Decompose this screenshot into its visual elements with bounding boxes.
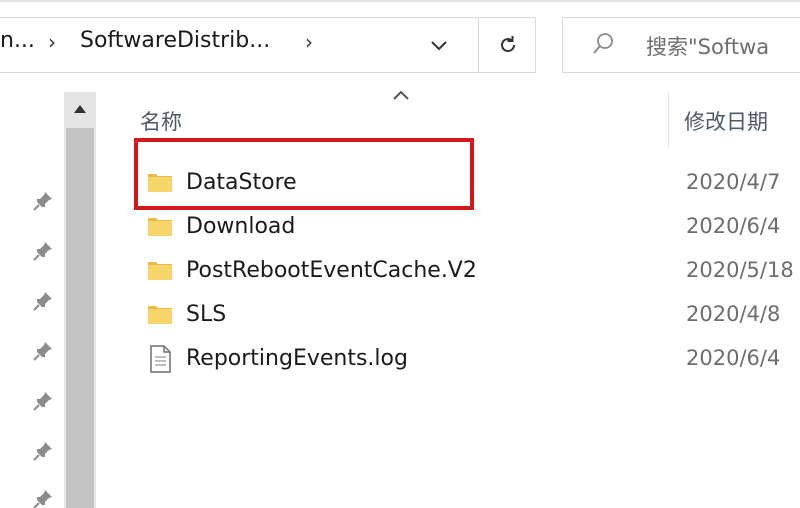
chevron-down-icon [431, 41, 447, 51]
pin-icon[interactable] [32, 290, 54, 312]
file-date: 2020/6/4 [686, 346, 781, 370]
column-header-name[interactable]: 名称 [140, 106, 182, 136]
pin-icon[interactable] [32, 440, 54, 462]
folder-icon [148, 262, 172, 280]
file-date: 2020/6/4 [686, 214, 781, 238]
list-item[interactable]: ReportingEvents.log 2020/6/4 [100, 336, 800, 380]
toolbar: n... › SoftwareDistrib... › 搜索"Softwa [0, 0, 800, 88]
refresh-button[interactable] [478, 18, 536, 72]
list-item[interactable]: SLS 2020/4/8 [100, 292, 800, 336]
pin-icon[interactable] [32, 390, 54, 412]
document-icon [150, 345, 171, 373]
file-name: SLS [186, 302, 227, 327]
list-item[interactable]: DataStore 2020/4/7 [100, 160, 800, 204]
nav-scroll-up-button[interactable] [64, 92, 96, 128]
breadcrumb-current-folder[interactable]: SoftwareDistrib... [80, 28, 270, 53]
file-name: DataStore [186, 170, 297, 195]
list-item[interactable]: Download 2020/6/4 [100, 204, 800, 248]
search-icon [593, 33, 613, 54]
file-date: 2020/4/7 [686, 170, 781, 194]
folder-icon [148, 306, 172, 324]
chevron-up-icon [74, 105, 86, 113]
pin-icon[interactable] [32, 488, 54, 508]
pin-icon[interactable] [32, 190, 54, 212]
breadcrumb-separator-icon[interactable]: › [48, 30, 56, 54]
folder-icon [148, 174, 172, 192]
pin-icon[interactable] [32, 340, 54, 362]
file-date: 2020/5/18 [686, 258, 794, 282]
file-date: 2020/4/8 [686, 302, 781, 326]
file-name: PostRebootEventCache.V2 [186, 258, 477, 283]
sort-ascending-icon [393, 90, 409, 100]
file-name: ReportingEvents.log [186, 346, 408, 371]
top-divider [0, 0, 800, 2]
column-header-date-modified[interactable]: 修改日期 [684, 106, 768, 136]
refresh-icon [501, 36, 516, 53]
nav-scrollbar-thumb[interactable] [66, 128, 94, 508]
pin-icon[interactable] [32, 240, 54, 262]
breadcrumb-separator-icon[interactable]: › [305, 30, 313, 54]
folder-icon [148, 218, 172, 236]
file-name: Download [186, 214, 296, 239]
address-history-dropdown-button[interactable] [422, 28, 456, 62]
search-input[interactable]: 搜索"Softwa [646, 31, 769, 61]
column-divider[interactable] [668, 92, 669, 148]
address-prefix[interactable]: n... [0, 28, 35, 53]
list-item[interactable]: PostRebootEventCache.V2 2020/5/18 [100, 248, 800, 292]
